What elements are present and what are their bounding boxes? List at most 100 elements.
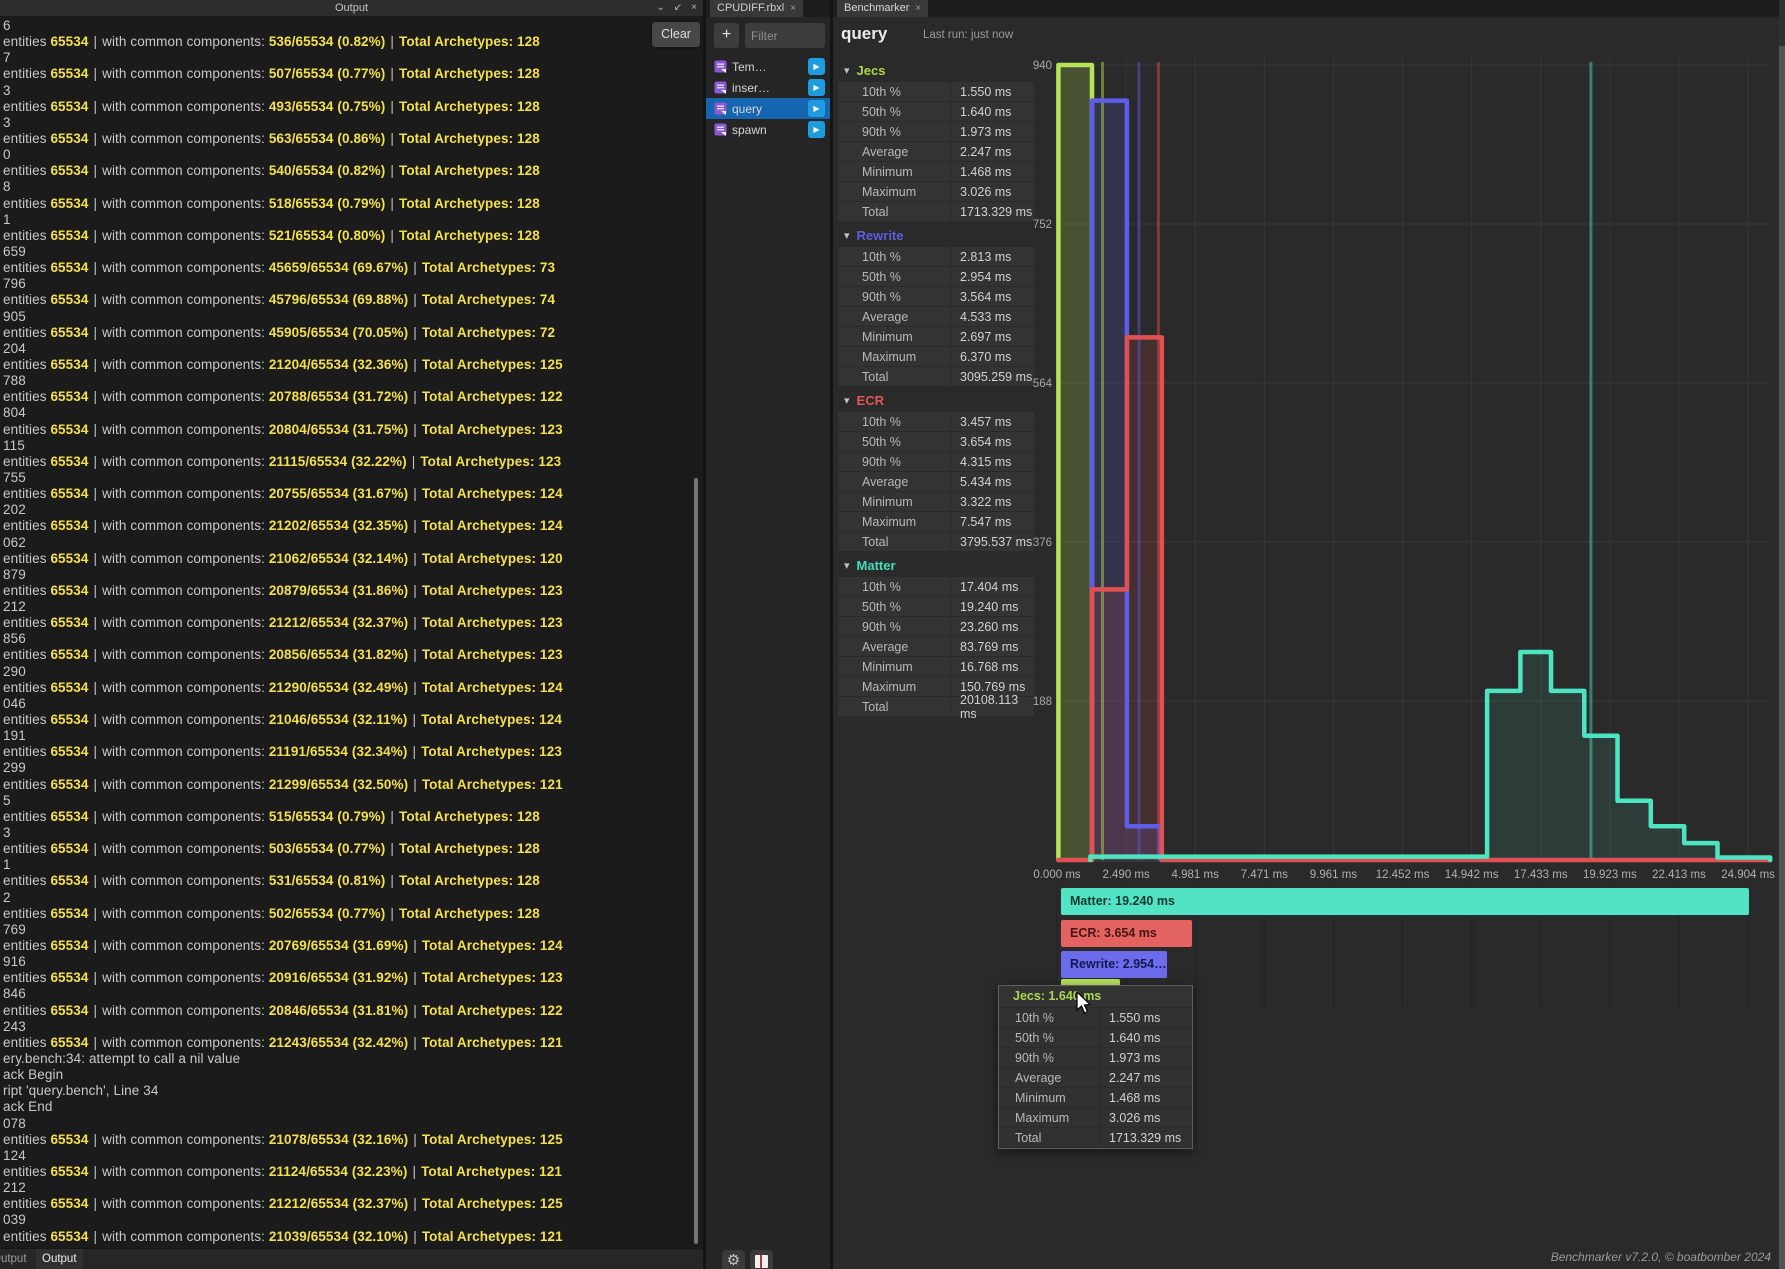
benchmark-item-Tem[interactable]: Tem…▶ xyxy=(706,56,830,77)
svg-text:4.981 ms: 4.981 ms xyxy=(1172,869,1220,881)
section-header-matter[interactable]: ▾Matter xyxy=(838,555,1034,576)
benchmark-item-label: inser… xyxy=(732,81,770,95)
run-benchmark-button[interactable]: ▶ xyxy=(808,79,825,96)
chevron-down-icon[interactable]: ⌄ xyxy=(656,0,664,16)
stat-row: Total1713.329 ms xyxy=(999,1128,1192,1147)
console-line: entities 65534|with common components: 4… xyxy=(0,325,703,341)
docs-book-icon[interactable] xyxy=(750,1250,773,1269)
close-icon[interactable]: × xyxy=(915,3,921,14)
console-line-fragment: 212 xyxy=(0,1180,703,1196)
histogram-fill-jecs xyxy=(1058,65,1092,860)
benchmark-item-inser[interactable]: inser… ▶ xyxy=(706,77,830,98)
console-line-fragment: 879 xyxy=(0,567,703,583)
svg-text:7.471 ms: 7.471 ms xyxy=(1241,869,1289,881)
stat-value: 17.404 ms xyxy=(950,577,1034,596)
console-line: entities 65534|with common components: 2… xyxy=(0,551,703,567)
console-line-fragment: 046 xyxy=(0,696,703,712)
stat-label: Minimum xyxy=(838,660,950,674)
close-icon[interactable]: × xyxy=(691,0,697,16)
stat-row: Minimum2.697 ms xyxy=(838,327,1034,346)
stat-label: Total xyxy=(838,205,950,219)
tab-benchmarker[interactable]: Benchmarker× xyxy=(837,0,928,17)
stat-row: 10th %17.404 ms xyxy=(838,577,1034,596)
stat-value: 6.370 ms xyxy=(950,347,1034,366)
stat-label: Total xyxy=(838,535,950,549)
benchmark-item-query[interactable]: query▶ xyxy=(706,98,830,119)
output-titlebar[interactable]: Output ⌄ ↙ × xyxy=(0,0,703,16)
tab-output[interactable]: Output xyxy=(36,1249,83,1269)
dock-icon[interactable]: ↙ xyxy=(674,0,682,16)
console-line: entities 65534|with common components: 2… xyxy=(0,970,703,986)
svg-text:14.942 ms: 14.942 ms xyxy=(1445,869,1499,881)
stat-label: 90th % xyxy=(838,290,950,304)
stat-row: Total3095.259 ms xyxy=(838,367,1034,386)
run-benchmark-button[interactable]: ▶ xyxy=(808,121,825,138)
clear-button[interactable]: Clear xyxy=(652,22,700,47)
close-icon[interactable]: × xyxy=(790,3,796,14)
svg-text:940: 940 xyxy=(1033,60,1052,72)
stat-label: Average xyxy=(999,1071,1099,1085)
console-line-fragment: 290 xyxy=(0,664,703,680)
legend-bar-ecr[interactable]: ECR: 3.654 ms xyxy=(1061,920,1192,947)
console-line-fragment: 5 xyxy=(0,793,703,809)
svg-text:564: 564 xyxy=(1033,378,1053,390)
stat-value: 3095.259 ms xyxy=(950,367,1034,386)
console-line: entities 65534|with common components: 5… xyxy=(0,228,703,244)
output-bottom-tabbar: Output Output xyxy=(0,1248,703,1269)
console-line: entities 65534|with common components: 4… xyxy=(0,260,703,276)
legend-bar-rewrite[interactable]: Rewrite: 2.954… xyxy=(1061,951,1167,978)
console-line-fragment: 788 xyxy=(0,373,703,389)
console-line: entities 65534|with common components: 2… xyxy=(0,777,703,793)
output-scrollbar[interactable] xyxy=(694,478,698,1244)
console-line: entities 65534|with common components: 2… xyxy=(0,486,703,502)
console-line: entities 65534|with common components: 2… xyxy=(0,1003,703,1019)
stat-value: 2.247 ms xyxy=(950,142,1034,161)
run-benchmark-button[interactable]: ▶ xyxy=(808,100,825,117)
svg-text:2.490 ms: 2.490 ms xyxy=(1102,869,1150,881)
settings-gear-icon[interactable]: ⚙ xyxy=(722,1250,745,1269)
stat-row: Maximum6.370 ms xyxy=(838,347,1034,366)
console-line: entities 65534|with common components: 2… xyxy=(0,615,703,631)
stat-row: Average5.434 ms xyxy=(838,472,1034,491)
stat-value: 2.697 ms xyxy=(950,327,1034,346)
console-line-fragment: 796 xyxy=(0,276,703,292)
last-run-status: Last run: just now xyxy=(923,29,1013,41)
console-line: entities 65534|with common components: 2… xyxy=(0,680,703,696)
run-benchmark-button[interactable]: ▶ xyxy=(808,58,825,75)
stat-label: 90th % xyxy=(838,125,950,139)
tab-cpudiff[interactable]: CPUDIFF.rbxl× xyxy=(710,0,803,17)
stat-value: 4.315 ms xyxy=(950,452,1034,471)
stat-value: 1713.329 ms xyxy=(1099,1128,1192,1147)
list-tabbar: CPUDIFF.rbxl× xyxy=(706,0,830,17)
stat-row: Total1713.329 ms xyxy=(838,202,1034,221)
legend-bar-matter[interactable]: Matter: 19.240 ms xyxy=(1061,888,1749,915)
stat-row: Minimum16.768 ms xyxy=(838,657,1034,676)
stats-tables: ▾Jecs10th %1.550 ms50th %1.640 ms90th %1… xyxy=(838,60,1034,720)
stat-value: 1.640 ms xyxy=(1099,1028,1192,1047)
section-header-rewrite[interactable]: ▾Rewrite xyxy=(838,225,1034,246)
console-line: entities 65534|with common components: 5… xyxy=(0,841,703,857)
stat-value: 7.547 ms xyxy=(950,512,1034,531)
output-console[interactable]: 6entities 65534|with common components: … xyxy=(0,16,703,1250)
stat-row: 90th %1.973 ms xyxy=(838,122,1034,141)
stat-value: 3.026 ms xyxy=(950,182,1034,201)
panel-scrollbar-thumb[interactable] xyxy=(1779,46,1785,1269)
console-line: entities 65534|with common components: 5… xyxy=(0,66,703,82)
histogram-outline-ecr[interactable] xyxy=(1058,337,1770,860)
console-line: entities 65534|with common components: 5… xyxy=(0,196,703,212)
console-line: entities 65534|with common components: 2… xyxy=(0,1229,703,1245)
console-line: entities 65534|with common components: 2… xyxy=(0,647,703,663)
tab-output-clipped[interactable]: Output xyxy=(0,1249,33,1269)
stat-value: 1.973 ms xyxy=(950,122,1034,141)
section-header-ecr[interactable]: ▾ECR xyxy=(838,390,1034,411)
filter-input[interactable] xyxy=(745,23,825,48)
console-line: entities 65534|with common components: 2… xyxy=(0,422,703,438)
stat-label: Minimum xyxy=(838,165,950,179)
console-line-fragment: 243 xyxy=(0,1019,703,1035)
benchmark-item-spawn[interactable]: spawn▶ xyxy=(706,119,830,140)
console-line-fragment: 039 xyxy=(0,1212,703,1228)
section-header-jecs[interactable]: ▾Jecs xyxy=(838,60,1034,81)
histogram-chart[interactable]: 1883765647529400.000 ms2.490 ms4.981 ms7… xyxy=(1030,44,1782,1012)
console-line-fragment: 115 xyxy=(0,438,703,454)
add-benchmark-button[interactable]: + xyxy=(714,23,739,48)
